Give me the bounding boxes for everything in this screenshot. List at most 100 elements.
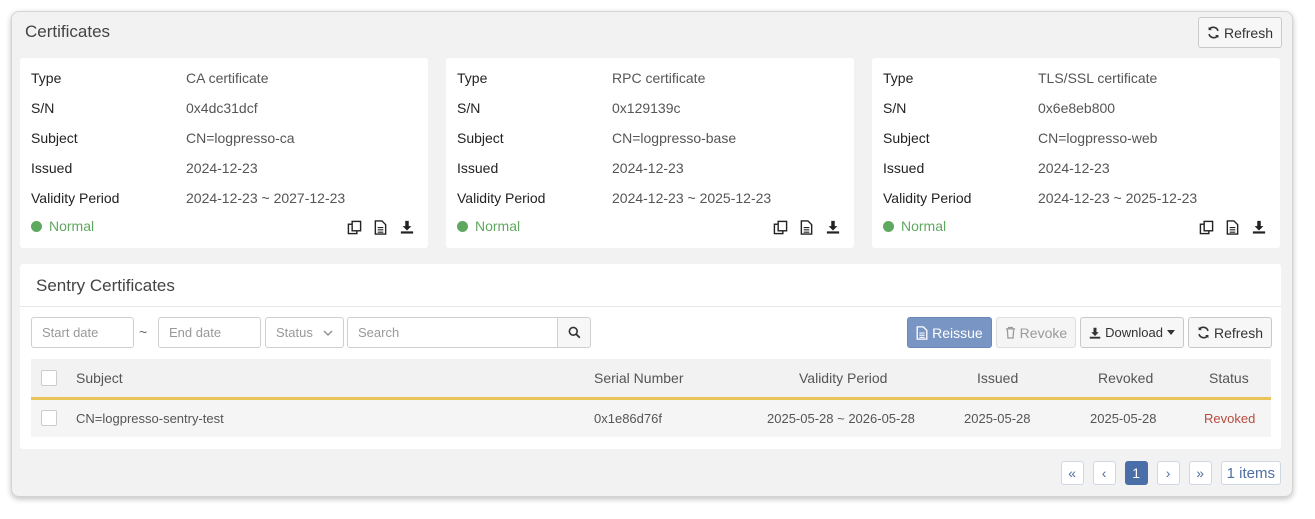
next-page-button[interactable]: › [1156,461,1180,485]
document-icon[interactable] [1225,219,1240,235]
item-count: 1 items [1220,461,1281,485]
status-label: Normal [901,218,947,234]
first-page-button[interactable]: « [1060,461,1084,485]
type-value: CA certificate [186,70,269,86]
column-header-serial-number[interactable]: Serial Number [594,359,683,397]
issued-value: 2024-12-23 [612,160,684,176]
refresh-button[interactable]: Refresh [1197,17,1282,48]
status-badge: Normal [457,218,520,234]
subject-label: Subject [883,130,930,146]
rpc-certificate-card: Type RPC certificate S/N 0x129139c Subject… [446,58,854,248]
certificates-panel: Certificates Refresh Type CA certificate … [11,11,1293,497]
download-label: Download [1105,325,1163,340]
page-1-button[interactable]: 1 [1124,461,1148,485]
refresh-icon [1208,26,1219,39]
row-revoked: 2025-05-28 [1090,411,1157,426]
sentry-certificates-table: Subject Serial Number Validity Period Is… [31,359,1271,437]
trash-icon [1005,326,1015,339]
copy-icon[interactable] [773,219,788,235]
revoke-label: Revoke [1019,324,1068,341]
sn-value: 0x6e8eb800 [1038,100,1116,116]
reissue-button[interactable]: Reissue [907,317,992,348]
sn-value: 0x129139c [612,100,681,116]
start-date-input[interactable]: Start date [31,317,134,348]
revoke-button[interactable]: Revoke [995,317,1077,348]
status-badge: Normal [883,218,946,234]
divider [20,306,1281,307]
status-dot-icon [457,220,468,232]
chevron-down-icon [323,330,333,336]
download-dropdown-button[interactable]: Download [1080,317,1184,348]
refresh-label: Refresh [1213,324,1263,341]
column-header-validity-period[interactable]: Validity Period [799,359,887,397]
validity-value: 2024-12-23 ~ 2025-12-23 [612,190,772,206]
status-label: Normal [475,218,521,234]
download-icon[interactable] [825,219,840,235]
caret-down-icon [1166,330,1175,335]
type-label: Type [883,70,914,86]
column-header-issued[interactable]: Issued [977,359,1018,397]
type-value: TLS/SSL certificate [1038,70,1158,86]
status-badge: Normal [31,218,94,234]
validity-label: Validity Period [457,190,546,206]
sn-value: 0x4dc31dcf [186,100,258,116]
search-button[interactable] [557,317,591,348]
column-header-revoked[interactable]: Revoked [1098,359,1153,397]
sentry-certificates-panel: Sentry Certificates Start date ~ End dat… [20,264,1281,449]
subject-value: CN=logpresso-web [1038,130,1158,146]
ca-certificate-card: Type CA certificate S/N 0x4dc31dcf Subject… [20,58,428,248]
issued-value: 2024-12-23 [186,160,258,176]
download-icon [1089,327,1101,339]
download-icon[interactable] [1251,219,1266,235]
sentry-refresh-button[interactable]: Refresh [1187,317,1272,348]
sn-label: S/N [883,100,907,116]
row-validity-period: 2025-05-28 ~ 2026-05-28 [767,411,915,426]
search-icon [568,326,580,339]
last-page-button[interactable]: » [1188,461,1212,485]
page-title: Certificates [25,22,111,41]
column-header-status[interactable]: Status [1209,359,1249,397]
status-dot-icon [31,220,42,232]
row-subject: CN=logpresso-sentry-test [76,411,224,426]
row-checkbox[interactable] [41,410,57,426]
reissue-label: Reissue [932,324,983,341]
status-dot-icon [883,220,894,232]
row-serial-number: 0x1e86d76f [594,411,662,426]
type-label: Type [31,70,62,86]
column-header-subject[interactable]: Subject [76,359,123,397]
sn-label: S/N [31,100,55,116]
copy-icon[interactable] [347,219,362,235]
select-all-checkbox[interactable] [41,370,57,386]
subject-value: CN=logpresso-ca [186,130,295,146]
issued-value: 2024-12-23 [1038,160,1110,176]
document-icon [916,325,928,340]
issued-label: Issued [457,160,499,176]
subject-label: Subject [457,130,504,146]
end-date-input[interactable]: End date [158,317,261,348]
prev-page-button[interactable]: ‹ [1092,461,1116,485]
download-icon[interactable] [399,219,414,235]
table-row[interactable]: CN=logpresso-sentry-test 0x1e86d76f 2025… [31,400,1271,437]
pagination: « ‹ 1 › » 1 items [1060,461,1281,485]
issued-label: Issued [883,160,925,176]
document-icon[interactable] [799,219,814,235]
validity-label: Validity Period [31,190,120,206]
search-input[interactable]: Search [347,317,558,348]
refresh-label: Refresh [1223,24,1273,41]
validity-value: 2024-12-23 ~ 2025-12-23 [1038,190,1198,206]
row-status-badge: Revoked [1204,411,1256,426]
refresh-icon [1198,326,1209,339]
type-label: Type [457,70,488,86]
row-issued: 2025-05-28 [964,411,1031,426]
tls-certificate-card: Type TLS/SSL certificate S/N 0x6e8eb800 Su… [872,58,1280,248]
status-label: Normal [49,218,95,234]
type-value: RPC certificate [612,70,706,86]
issued-label: Issued [31,160,73,176]
document-icon[interactable] [373,219,388,235]
validity-value: 2024-12-23 ~ 2027-12-23 [186,190,346,206]
date-range-separator: ~ [139,324,148,340]
status-select[interactable]: Status [265,317,344,348]
subject-value: CN=logpresso-base [612,130,737,146]
sn-label: S/N [457,100,481,116]
copy-icon[interactable] [1199,219,1214,235]
